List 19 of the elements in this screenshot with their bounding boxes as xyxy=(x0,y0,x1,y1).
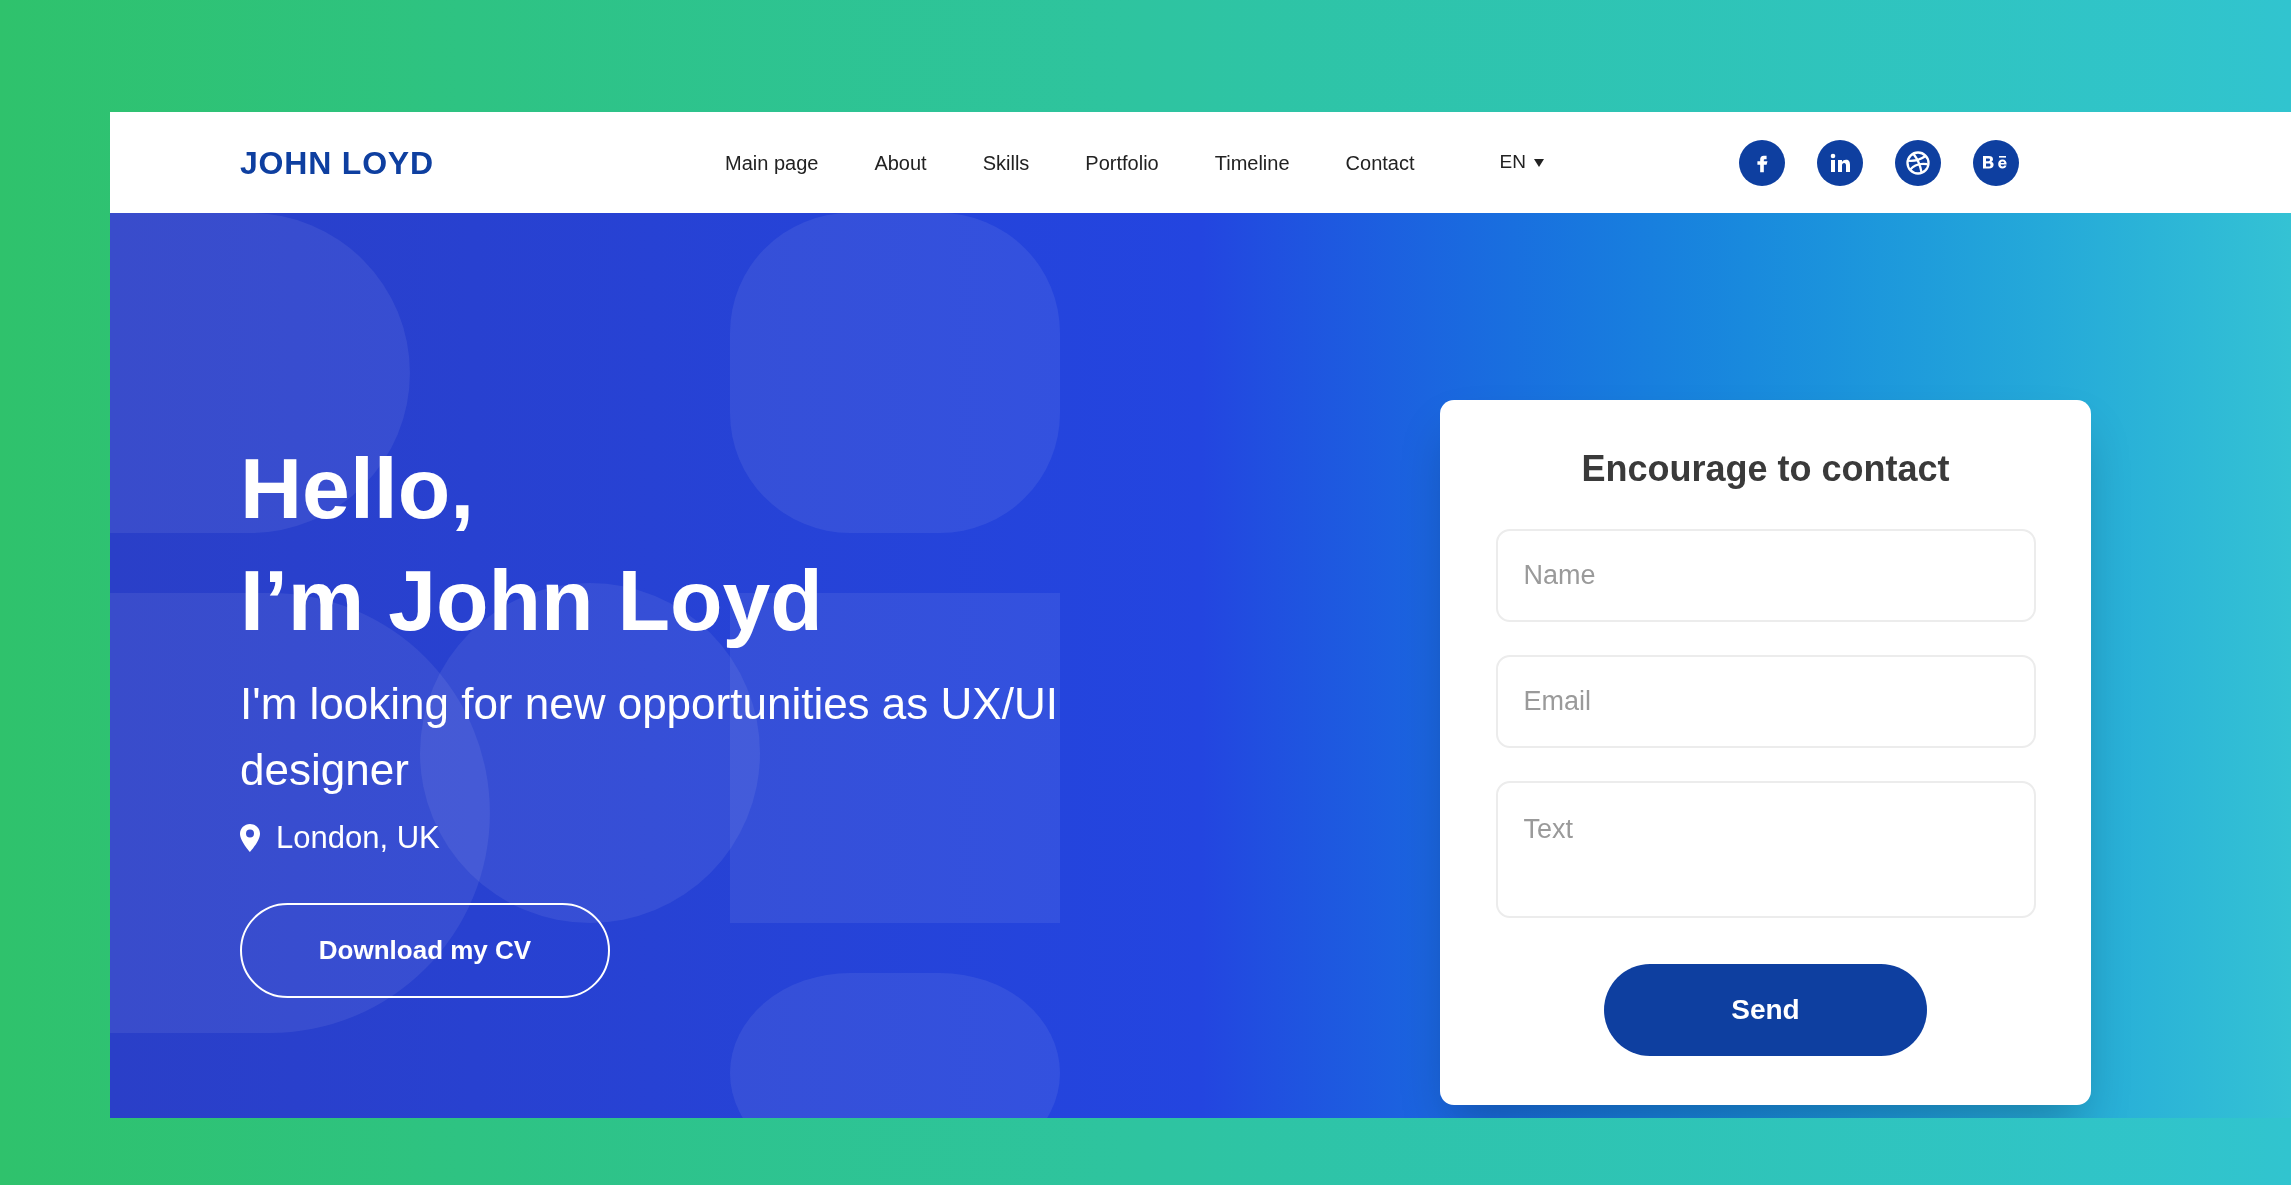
text-input-field[interactable]: Email xyxy=(1495,655,2036,748)
nav-link[interactable]: Main page xyxy=(725,147,819,178)
hero-heading: Hello, I’m John Loyd xyxy=(240,439,824,650)
location-text: London, UK xyxy=(276,818,440,857)
nav-link[interactable]: About xyxy=(874,147,927,178)
text-input-field[interactable]: Name xyxy=(1495,529,2036,622)
message-text-area[interactable]: Text xyxy=(1495,781,2036,918)
nav-link[interactable]: Timeline xyxy=(1214,147,1290,178)
hero-tagline: I'm looking for new opportunities as UX/UI designer xyxy=(240,677,1059,796)
caret-icon xyxy=(1533,158,1544,167)
nav-link[interactable]: Contact xyxy=(1345,147,1415,178)
site-logo[interactable]: JOHN LOYD xyxy=(240,138,725,187)
nav-link[interactable]: Portfolio xyxy=(1085,147,1159,178)
language-selector[interactable]: EN xyxy=(1499,148,1544,177)
location-pin-icon xyxy=(240,823,260,852)
download-cv-button[interactable]: Download my CV xyxy=(240,903,610,999)
nav-link[interactable]: Skills xyxy=(982,147,1030,178)
form-title: Encourage to contact xyxy=(1581,447,1950,491)
send-button[interactable]: Send xyxy=(1604,964,1927,1056)
